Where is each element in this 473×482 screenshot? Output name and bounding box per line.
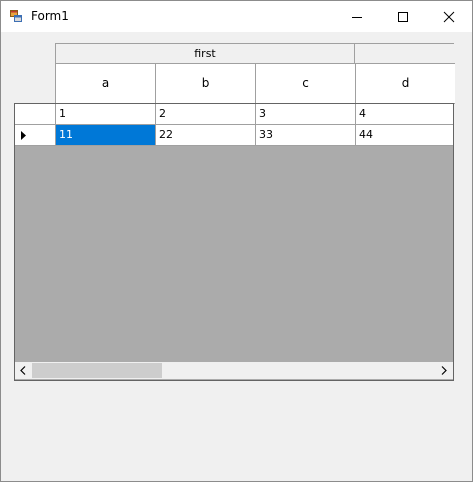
- grid-cell[interactable]: 22: [156, 125, 256, 146]
- grid-cell[interactable]: 1: [56, 104, 156, 125]
- maximize-icon: [398, 12, 408, 22]
- minimize-button[interactable]: [334, 1, 380, 32]
- close-icon: [443, 11, 455, 23]
- scroll-right-button[interactable]: [436, 362, 453, 379]
- chevron-left-icon: [20, 366, 26, 375]
- grid-cell-selected[interactable]: 11: [56, 125, 156, 146]
- grid-cell[interactable]: 44: [356, 125, 453, 146]
- column-group-header-empty: [354, 43, 454, 64]
- window-title: Form1: [31, 9, 69, 23]
- maximize-button[interactable]: [380, 1, 426, 32]
- column-header-b[interactable]: b: [155, 63, 256, 104]
- scrollbar-thumb[interactable]: [32, 363, 162, 378]
- grid-cell[interactable]: 2: [156, 104, 256, 125]
- minimize-icon: [352, 17, 362, 18]
- data-grid-view[interactable]: 1 2 3 4 11 22 33 44: [14, 103, 454, 381]
- winforms-app-icon[interactable]: [10, 9, 24, 23]
- horizontal-scrollbar[interactable]: [15, 362, 453, 379]
- grid-cell[interactable]: 3: [256, 104, 356, 125]
- title-bar[interactable]: Form1: [1, 1, 472, 32]
- column-header-a[interactable]: a: [55, 63, 156, 104]
- row-header-0[interactable]: [15, 104, 56, 125]
- current-row-arrow-icon: [21, 131, 26, 140]
- column-group-header: first: [55, 43, 355, 64]
- column-header-c[interactable]: c: [255, 63, 356, 104]
- grid-cell[interactable]: 4: [356, 104, 453, 125]
- chevron-right-icon: [441, 366, 447, 375]
- close-button[interactable]: [426, 1, 472, 32]
- row-header-1[interactable]: [15, 125, 56, 146]
- form-window: Form1 first a b c d 1 2 3 4 11 22 33 44: [0, 0, 473, 482]
- grid-cell[interactable]: 33: [256, 125, 356, 146]
- scroll-left-button[interactable]: [15, 362, 32, 379]
- column-header-d[interactable]: d: [355, 63, 455, 104]
